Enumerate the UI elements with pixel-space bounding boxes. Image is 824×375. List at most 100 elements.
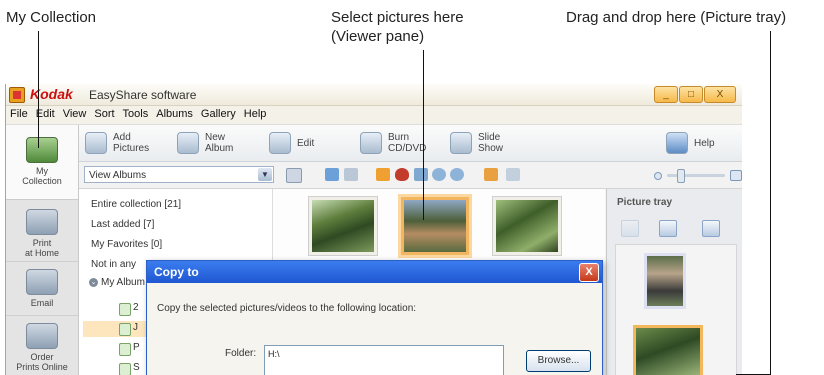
dialog-title: Copy to [154,265,199,279]
title-bar: Kodak EasyShare software _ □ X [6,84,742,106]
album-icon [119,343,131,356]
copy-to-dialog: Copy to X Copy the selected pictures/vid… [146,260,603,375]
album-subitem-label: P [133,342,140,353]
add-pictures-icon [85,132,107,154]
callout-line-viewer [423,50,424,220]
rotate-right-icon[interactable] [450,168,464,181]
menu-edit[interactable]: Edit [32,106,59,122]
slide-label-2: Show [478,143,504,154]
nav-email-label: Email [30,298,54,308]
maximize-button[interactable]: □ [679,86,703,103]
tray-clear-icon[interactable] [702,220,720,237]
menu-bar: File Edit View Sort Tools Albums Gallery Help [6,106,742,125]
browse-button[interactable]: Browse... [526,350,591,372]
easyshare-window: Kodak EasyShare software _ □ X File Edit V… [5,84,742,375]
zoom-slider-track[interactable] [667,174,725,177]
burn-label-2: CD/DVD [388,143,427,154]
album-subitem-label: 2 [133,302,139,313]
album-subitem-label: S [133,362,140,373]
my-albums-label: My Album [101,277,145,288]
menu-gallery[interactable]: Gallery [197,106,240,122]
minimize-button[interactable]: _ [654,86,678,103]
album-icon [119,363,131,375]
menu-help[interactable]: Help [240,106,271,122]
zoom-large-icon[interactable] [730,170,742,181]
slide-show-icon [450,132,472,154]
collapse-icon: ⌄ [89,277,98,287]
menu-albums[interactable]: Albums [152,106,197,122]
menu-view[interactable]: View [59,106,91,122]
edit-button[interactable]: Edit [269,129,314,157]
order-prints-icon [26,323,58,349]
album-not-in-any[interactable]: Not in any [91,259,136,270]
collection-icon [26,137,58,163]
callout-line-collection [38,31,39,148]
tray-picture-selected[interactable] [633,325,703,375]
album-last-added[interactable]: Last added [7] [91,219,154,230]
nav-print-at-home[interactable]: Print at Home [6,205,78,259]
album-icon [119,323,131,336]
zoom-small-icon[interactable] [654,172,662,180]
nav-print-label-2: at Home [24,248,59,258]
burn-disc-icon [360,132,382,154]
menu-sort[interactable]: Sort [90,106,118,122]
tray-select-icon[interactable] [621,220,639,237]
picture-icon[interactable] [414,168,428,181]
menu-file[interactable]: File [6,106,32,122]
album-my-favorites[interactable]: My Favorites [0] [91,239,162,250]
album-subitem-label: J [133,322,138,333]
slide-show-button[interactable]: Slide Show [450,129,503,157]
nav-my-collection[interactable]: My Collection [6,125,78,200]
main-toolbar: Add Pictures New Album Edit Burn CD/DVD Sli… [79,125,742,162]
favorite-heart-icon[interactable] [395,168,409,181]
thumbnail[interactable] [309,197,377,255]
zoom-slider-thumb[interactable] [677,169,685,183]
help-label: Help [694,137,715,149]
dialog-title-bar: Copy to X [147,261,602,283]
nav-order-label-1: Order [30,352,54,362]
edit-icon [269,132,291,154]
help-icon [666,132,688,154]
printer-icon [26,209,58,235]
burn-label-1: Burn [388,132,410,143]
tray-picture[interactable] [644,253,686,309]
callout-viewer-line1: Select pictures here [331,9,464,26]
details-view-icon[interactable] [286,168,302,183]
tray-drop-area[interactable] [615,244,737,375]
dialog-close-button[interactable]: X [579,263,599,282]
add-to-tray-icon[interactable] [506,168,520,181]
import-icon[interactable] [344,168,358,181]
grid-view-icon[interactable] [376,168,390,181]
new-album-label-2: Album [205,143,234,154]
menu-tools[interactable]: Tools [119,106,153,122]
thumbnail-selected[interactable] [401,197,469,255]
chevron-down-icon[interactable]: ▼ [258,168,272,181]
thumbnail[interactable] [493,197,561,255]
window-title: EasyShare software [89,88,197,102]
nav-order-prints[interactable]: Order Prints Online [6,321,78,375]
share-icon[interactable] [325,168,339,181]
delete-icon[interactable] [484,168,498,181]
view-albums-select[interactable]: View Albums ▼ [84,166,274,183]
album-entire-collection[interactable]: Entire collection [21] [91,199,181,210]
left-navigation: My Collection Print at Home Email Order … [6,125,79,375]
rotate-left-icon[interactable] [432,168,446,181]
view-select-value: View Albums [89,170,147,181]
callout-picture-tray: Drag and drop here (Picture tray) [566,9,787,26]
album-icon [119,303,131,316]
tray-remove-icon[interactable] [659,220,677,237]
dialog-message: Copy the selected pictures/videos to the… [157,303,417,314]
new-album-button[interactable]: New Album [177,129,233,157]
burn-cd-dvd-button[interactable]: Burn CD/DVD [360,129,426,157]
help-button[interactable]: Help [666,129,715,157]
new-album-label-1: New [205,132,226,143]
album-my-albums[interactable]: ⌄ My Album [89,277,145,288]
edit-label: Edit [297,137,315,149]
picture-tray: Picture tray [606,189,742,375]
add-pictures-button[interactable]: Add Pictures [85,129,149,157]
folder-field[interactable]: H:\ [264,345,504,375]
callout-viewer-line2: (Viewer pane) [331,28,425,45]
nav-email[interactable]: Email [6,267,78,313]
close-window-button[interactable]: X [704,86,736,103]
email-icon [26,269,58,295]
